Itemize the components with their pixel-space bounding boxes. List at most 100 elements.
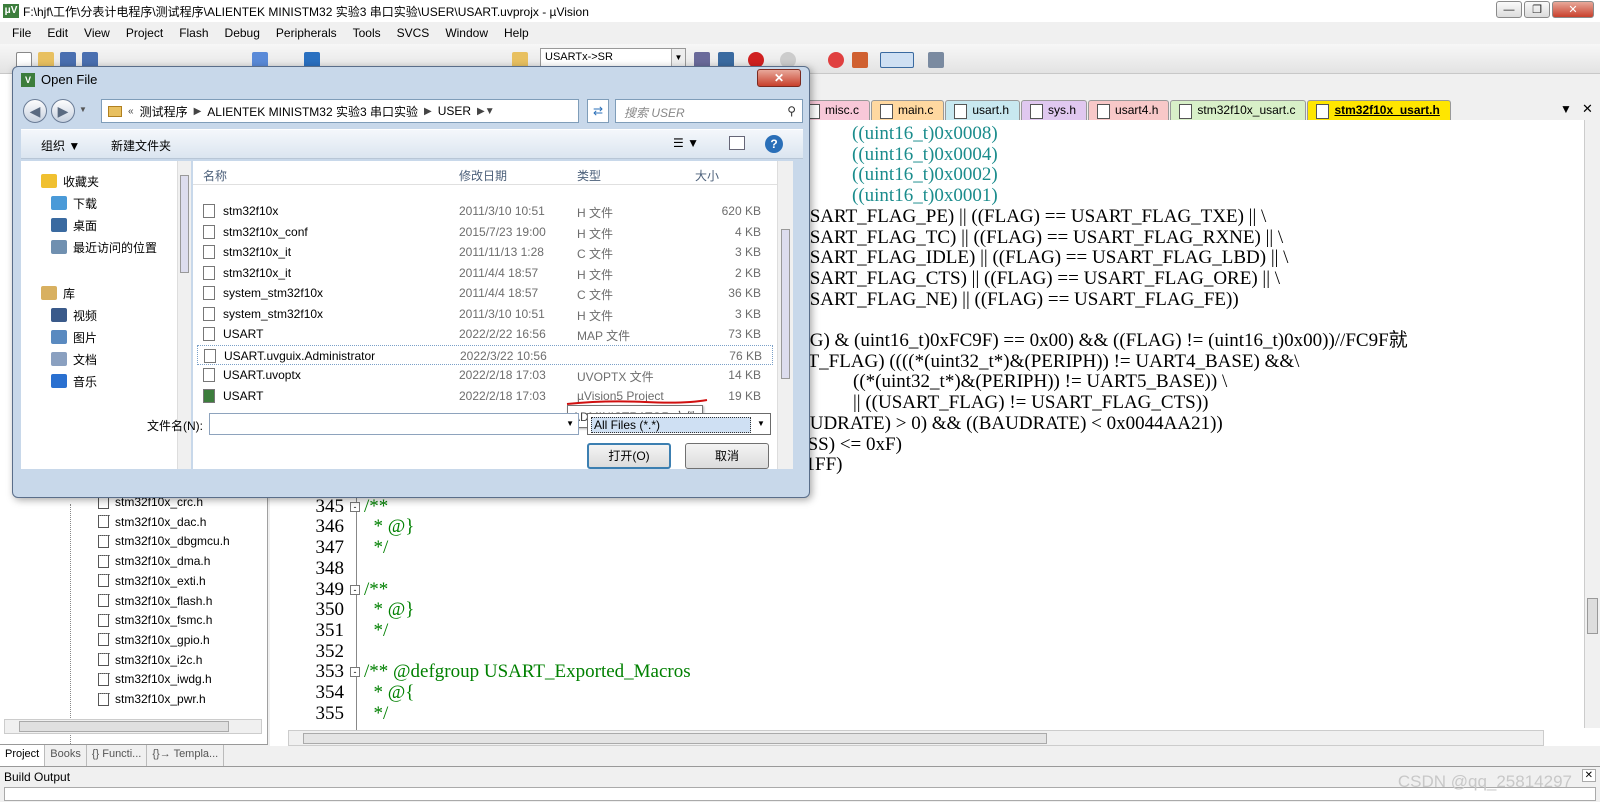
column-date[interactable]: 修改日期 [459, 167, 507, 184]
tree-file-item[interactable]: stm32f10x_iwdg.h [98, 669, 212, 689]
menu-item-debug[interactable]: Debug [217, 26, 268, 40]
tree-file-item[interactable]: stm32f10x_gpio.h [98, 630, 210, 650]
organize-button[interactable]: 组织 ▼ [41, 137, 80, 154]
tree-file-item[interactable]: stm32f10x_i2c.h [98, 650, 202, 670]
build-output-area[interactable] [4, 787, 1596, 801]
cancel-button[interactable]: 取消 [685, 443, 769, 469]
editor-vscrollbar[interactable] [1584, 120, 1600, 728]
file-row[interactable]: stm32f10x_it 2011/4/4 18:57 H 文件 2 KB [197, 263, 773, 283]
filename-input[interactable]: ▼ [209, 413, 579, 435]
fold-icon[interactable]: - [350, 667, 360, 678]
breadcrumb-separator-icon[interactable]: ▶ [194, 106, 202, 117]
address-bar[interactable]: « 测试程序 ▶ ALIENTEK MINISTM32 实验3 串口实验 ▶ USER ▶… [101, 99, 579, 123]
file-row[interactable]: USART 2022/2/22 16:56 MAP 文件 73 KB [197, 324, 773, 344]
nav-lib-item-3[interactable]: 音乐 [51, 371, 97, 391]
filetype-select[interactable]: All Files (*.*) ▼ [587, 413, 771, 435]
menu-item-file[interactable]: File [4, 26, 39, 40]
kill-breakpoint-icon[interactable] [828, 52, 844, 68]
file-row[interactable]: stm32f10x_it 2011/11/13 1:28 C 文件 3 KB [197, 242, 773, 262]
sidebar-hscrollbar[interactable] [4, 719, 262, 734]
file-row[interactable]: system_stm32f10x 2011/4/4 18:57 C 文件 36 KB [197, 283, 773, 303]
tree-file-item[interactable]: stm32f10x_dma.h [98, 551, 210, 571]
menu-item-flash[interactable]: Flash [171, 26, 216, 40]
editor-hscrollbar[interactable] [288, 730, 1544, 746]
back-button[interactable]: ◀ [23, 99, 47, 123]
tree-file-item[interactable]: stm32f10x_exti.h [98, 571, 206, 591]
breadcrumb-segment[interactable]: USER [432, 104, 477, 118]
forward-button[interactable]: ▶ [51, 99, 75, 123]
sidebar-tab[interactable]: {}→ Templa... [147, 745, 225, 766]
refresh-button[interactable]: ⇄ [587, 99, 609, 123]
scroll-thumb[interactable] [1587, 598, 1598, 634]
search-icon[interactable]: ⚲ [787, 104, 796, 118]
close-tab-icon[interactable]: ✕ [1582, 101, 1593, 117]
help-button[interactable]: ? [765, 135, 783, 153]
nav-lib-item-2[interactable]: 文档 [51, 349, 97, 369]
breadcrumb-separator-icon[interactable]: ▶ [477, 106, 485, 117]
column-type[interactable]: 类型 [577, 167, 601, 184]
scroll-thumb[interactable] [19, 721, 229, 732]
file-list-scrollbar[interactable] [777, 161, 793, 469]
close-window-button[interactable]: ✕ [1552, 1, 1594, 18]
new-folder-button[interactable]: 新建文件夹 [111, 137, 171, 154]
menu-item-edit[interactable]: Edit [39, 26, 76, 40]
file-row[interactable]: USART.uvguix.Administrator 2022/3/22 10:5… [197, 344, 773, 365]
nav-library[interactable]: 库 [41, 283, 75, 303]
nav-item-2[interactable]: 最近访问的位置 [51, 237, 157, 257]
preview-pane-icon[interactable] [729, 136, 745, 150]
breadcrumb-segment[interactable]: 测试程序 [134, 103, 194, 120]
open-button[interactable]: 打开(O) [587, 443, 671, 469]
column-size[interactable]: 大小 [695, 167, 719, 184]
file-tab[interactable]: sys.h [1021, 100, 1088, 120]
tree-file-item[interactable]: stm32f10x_dac.h [98, 512, 206, 532]
breadcrumb-segment[interactable]: ALIENTEK MINISTM32 实验3 串口实验 [201, 103, 424, 120]
file-tab[interactable]: stm32f10x_usart.c [1170, 100, 1307, 120]
menu-item-tools[interactable]: Tools [345, 26, 389, 40]
nav-item-1[interactable]: 桌面 [51, 215, 97, 235]
wrench-icon[interactable] [928, 52, 944, 68]
scroll-thumb[interactable] [303, 733, 1047, 744]
tree-file-item[interactable]: stm32f10x_dbgmcu.h [98, 531, 230, 551]
dialog-close-button[interactable]: ✕ [757, 69, 801, 87]
nav-favorites[interactable]: 收藏夹 [41, 171, 99, 191]
column-name[interactable]: 名称 [203, 167, 227, 184]
sidebar-tab[interactable]: Books [45, 745, 87, 766]
minimize-button[interactable]: — [1496, 1, 1522, 18]
history-dropdown-icon[interactable]: ▼ [79, 105, 87, 114]
symbol-combo[interactable]: USARTx->SR ▼ [540, 48, 686, 67]
file-tab[interactable]: usart4.h [1088, 100, 1170, 120]
breadcrumb-separator-icon[interactable]: ▶ [424, 106, 432, 117]
file-row[interactable]: system_stm32f10x 2011/3/10 10:51 H 文件 3 KB [197, 304, 773, 324]
file-tab[interactable]: stm32f10x_usart.h [1307, 100, 1451, 120]
tree-file-item[interactable]: stm32f10x_fsmc.h [98, 610, 212, 630]
restore-button[interactable]: ❐ [1524, 1, 1550, 18]
fold-icon[interactable]: - [350, 501, 360, 512]
file-row[interactable]: USART.uvoptx 2022/2/18 17:03 UVOPTX 文件 14 K… [197, 365, 773, 385]
sidebar-tab[interactable]: {} Functi... [87, 745, 148, 766]
scroll-thumb[interactable] [180, 175, 189, 273]
file-tab[interactable]: main.c [871, 100, 945, 120]
view-options-button[interactable]: ☰ ▼ [673, 136, 713, 154]
tree-file-item[interactable]: stm32f10x_flash.h [98, 591, 212, 611]
tab-list-dropdown[interactable]: ▼ [1560, 102, 1572, 116]
file-row[interactable]: stm32f10x_conf 2015/7/23 19:00 H 文件 4 KB [197, 222, 773, 242]
fold-icon[interactable]: - [350, 584, 360, 595]
sidebar-tab[interactable]: Project [0, 745, 46, 766]
close-panel-icon[interactable]: ✕ [1581, 769, 1596, 782]
chevron-down-icon[interactable]: ▼ [754, 416, 768, 432]
menu-item-peripherals[interactable]: Peripherals [268, 26, 345, 40]
nav-lib-item-1[interactable]: 图片 [51, 327, 97, 347]
menu-item-help[interactable]: Help [496, 26, 537, 40]
menu-item-project[interactable]: Project [118, 26, 171, 40]
window-layout-icon[interactable] [880, 52, 914, 68]
tree-file-item[interactable]: stm32f10x_pwr.h [98, 689, 206, 709]
chevron-down-icon[interactable]: ▼ [485, 106, 495, 117]
menu-item-view[interactable]: View [76, 26, 118, 40]
chevron-down-icon[interactable]: ▼ [671, 49, 685, 66]
menu-item-svcs[interactable]: SVCS [389, 26, 438, 40]
scroll-thumb[interactable] [781, 229, 790, 379]
search-input[interactable]: 搜索 USER ⚲ [615, 99, 803, 123]
file-tab[interactable]: usart.h [945, 100, 1021, 120]
nav-item-0[interactable]: 下载 [51, 193, 97, 213]
chevron-down-icon[interactable]: ▼ [566, 419, 574, 428]
